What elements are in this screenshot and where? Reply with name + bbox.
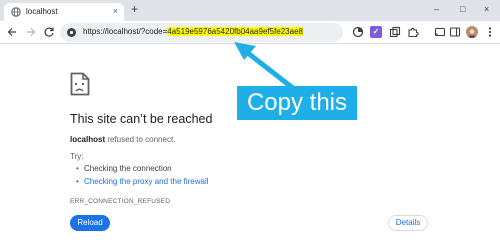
error-message: localhost refused to connect.	[70, 135, 175, 144]
copy-this-annotation: Copy this	[237, 86, 357, 120]
suggestion-check-proxy-firewall-link[interactable]: • Checking the proxy and the firewall	[76, 177, 209, 186]
reload-button[interactable]: Reload	[70, 215, 110, 231]
error-code: ERR_CONNECTION_REFUSED	[70, 198, 171, 205]
suggestion-link-text[interactable]: Checking the proxy and the firewall	[84, 177, 209, 186]
error-message-text: refused to connect.	[105, 135, 176, 144]
suggestion-check-connection: • Checking the connection	[76, 164, 172, 173]
bullet: •	[76, 177, 79, 186]
suggestion-text: Checking the connection	[84, 164, 172, 173]
try-label: Try:	[70, 152, 84, 161]
sad-page-icon	[70, 72, 90, 96]
details-button[interactable]: Details	[388, 215, 428, 231]
error-host: localhost	[70, 135, 106, 144]
error-title: This site can’t be reached	[70, 112, 213, 126]
bullet: •	[76, 164, 79, 173]
